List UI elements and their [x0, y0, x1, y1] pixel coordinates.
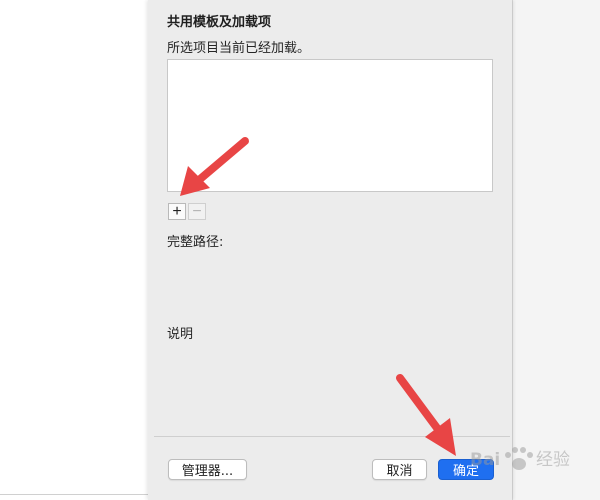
paw-icon: Bai 经验 — [470, 447, 570, 470]
right-pane — [512, 0, 600, 500]
remove-addin-button[interactable]: − — [188, 203, 206, 220]
left-pane — [0, 0, 149, 500]
watermark-brand-suffix: 经验 — [536, 450, 570, 470]
add-addin-button[interactable]: + — [168, 203, 186, 220]
description-label: 说明 — [167, 327, 194, 342]
watermark-brand-text: Bai — [470, 450, 500, 470]
baidu-jingyan-watermark: Bai 经验 — [448, 437, 596, 495]
templates-addins-dialog: 共用模板及加载项 所选项目当前已经加载。 + − 完整路径: 说明 管理器...… — [148, 0, 512, 500]
manager-button[interactable]: 管理器... — [168, 459, 247, 480]
left-pane-divider — [0, 494, 148, 495]
status-text: 所选项目当前已经加载。 — [167, 41, 311, 56]
section-title: 共用模板及加载项 — [167, 15, 272, 30]
cancel-button[interactable]: 取消 — [372, 459, 427, 480]
full-path-label: 完整路径: — [167, 235, 224, 250]
addin-list[interactable] — [167, 59, 493, 192]
